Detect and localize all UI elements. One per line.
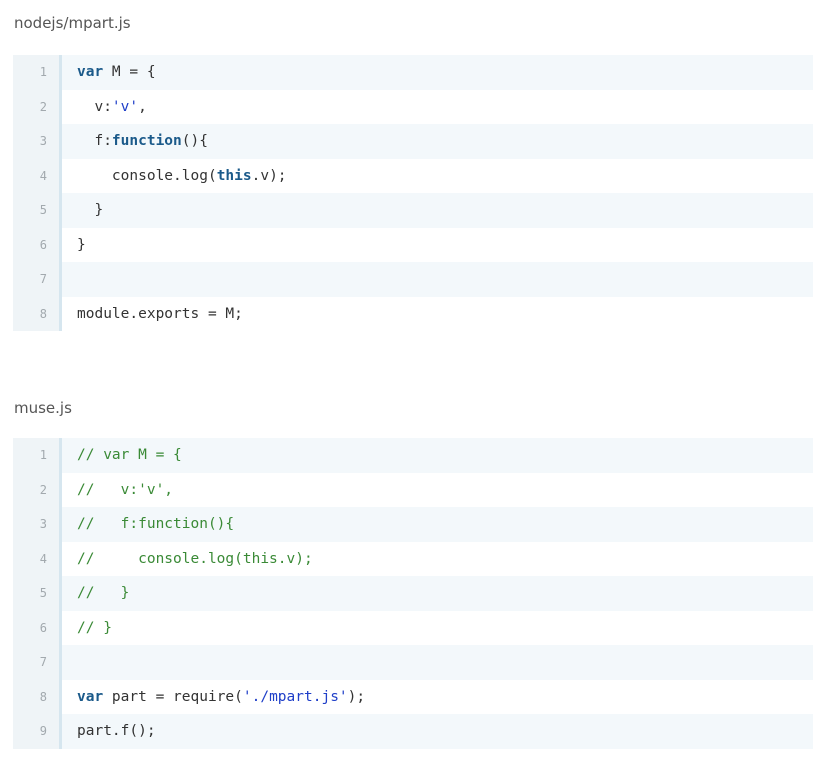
- code-text: // }: [62, 620, 112, 636]
- code-text: // }: [62, 585, 129, 601]
- line-number: 7: [13, 645, 62, 680]
- code-text: part.f();: [62, 723, 156, 739]
- code-line: 5 }: [13, 193, 813, 228]
- line-number: 4: [13, 158, 62, 193]
- code-text: // v:'v',: [62, 482, 173, 498]
- code-token: );: [347, 688, 366, 705]
- code-line: 3 // f:function(){: [13, 507, 813, 542]
- line-number: 3: [13, 124, 62, 159]
- line-number: 8: [13, 296, 62, 331]
- code-text: module.exports = M;: [62, 306, 243, 322]
- line-number: 7: [13, 262, 62, 297]
- code-token: ,: [138, 98, 147, 115]
- code-token: }: [77, 236, 86, 253]
- code-token: (){: [181, 133, 208, 150]
- line-number: 5: [13, 193, 62, 228]
- line-number: 3: [13, 507, 62, 542]
- line-number: 2: [13, 472, 62, 507]
- code-token: .v);: [251, 167, 287, 184]
- code-token: console.log(: [77, 167, 217, 184]
- code-token: part = require(: [103, 688, 243, 705]
- code-line: 4 console.log(this.v);: [13, 158, 813, 193]
- code-token: v:: [77, 98, 112, 115]
- code-token: f:: [77, 133, 112, 150]
- line-number: 6: [13, 610, 62, 645]
- code-text: }: [62, 237, 86, 253]
- code-token: // }: [77, 619, 112, 636]
- code-line: 7: [13, 645, 813, 680]
- code-line: 8 var part = require('./mpart.js');: [13, 679, 813, 714]
- code-line: 6}: [13, 227, 813, 262]
- line-number: 4: [13, 541, 62, 576]
- code-text: console.log(this.v);: [62, 168, 287, 184]
- code-token: // v:'v',: [77, 481, 174, 498]
- code-text: var M = {: [62, 64, 156, 80]
- code-token: // console.log(this.v);: [77, 550, 313, 567]
- code-token: }: [77, 202, 104, 219]
- code-text: f:function(){: [62, 133, 208, 149]
- code-line: 1 var M = {: [13, 55, 813, 90]
- code-text: var part = require('./mpart.js');: [62, 689, 365, 705]
- code-token: function: [111, 133, 182, 150]
- code-token: // var M = {: [77, 447, 182, 464]
- line-number: 8: [13, 679, 62, 714]
- code-token: // }: [77, 585, 130, 602]
- line-number: 1: [13, 438, 62, 473]
- code-line: 5 // }: [13, 576, 813, 611]
- file-title-mpart: nodejs/mpart.js: [14, 14, 131, 32]
- code-token: part.f();: [77, 723, 156, 740]
- code-line: 9 part.f();: [13, 714, 813, 749]
- code-token: './mpart.js': [242, 688, 348, 705]
- code-token: M = {: [103, 64, 156, 81]
- code-text: // console.log(this.v);: [62, 551, 313, 567]
- code-text: v:'v',: [62, 98, 147, 115]
- code-text: // f:function(){: [62, 516, 234, 532]
- code-token: this: [216, 167, 252, 184]
- line-number: 5: [13, 576, 62, 611]
- code-token: 'v': [111, 98, 139, 115]
- line-number: 1: [13, 55, 62, 90]
- code-token: var: [77, 688, 104, 705]
- code-token: // f:function(){: [77, 516, 235, 533]
- code-token: module.exports = M;: [77, 305, 243, 322]
- code-line: 7: [13, 262, 813, 297]
- line-number: 9: [13, 714, 62, 749]
- code-line: 4 // console.log(this.v);: [13, 541, 813, 576]
- code-token: var: [77, 64, 104, 81]
- code-line: 2 // v:'v',: [13, 472, 813, 507]
- code-text: }: [62, 202, 103, 218]
- code-line: 3 f:function(){: [13, 124, 813, 159]
- line-number: 6: [13, 227, 62, 262]
- code-text: // var M = {: [62, 447, 182, 463]
- code-line: 2 v:'v',: [13, 89, 813, 124]
- code-block-mpart: 1 var M = {2 v:'v', 3 f:function(){4 conso…: [13, 55, 813, 331]
- code-line: 6 // }: [13, 610, 813, 645]
- line-number: 2: [13, 89, 62, 124]
- file-title-muse: muse.js: [14, 399, 72, 417]
- code-block-muse: 1 // var M = { 2 // v:'v', 3 // f:function(){…: [13, 438, 813, 749]
- code-line: 8 module.exports = M;: [13, 296, 813, 331]
- code-line: 1 // var M = {: [13, 438, 813, 473]
